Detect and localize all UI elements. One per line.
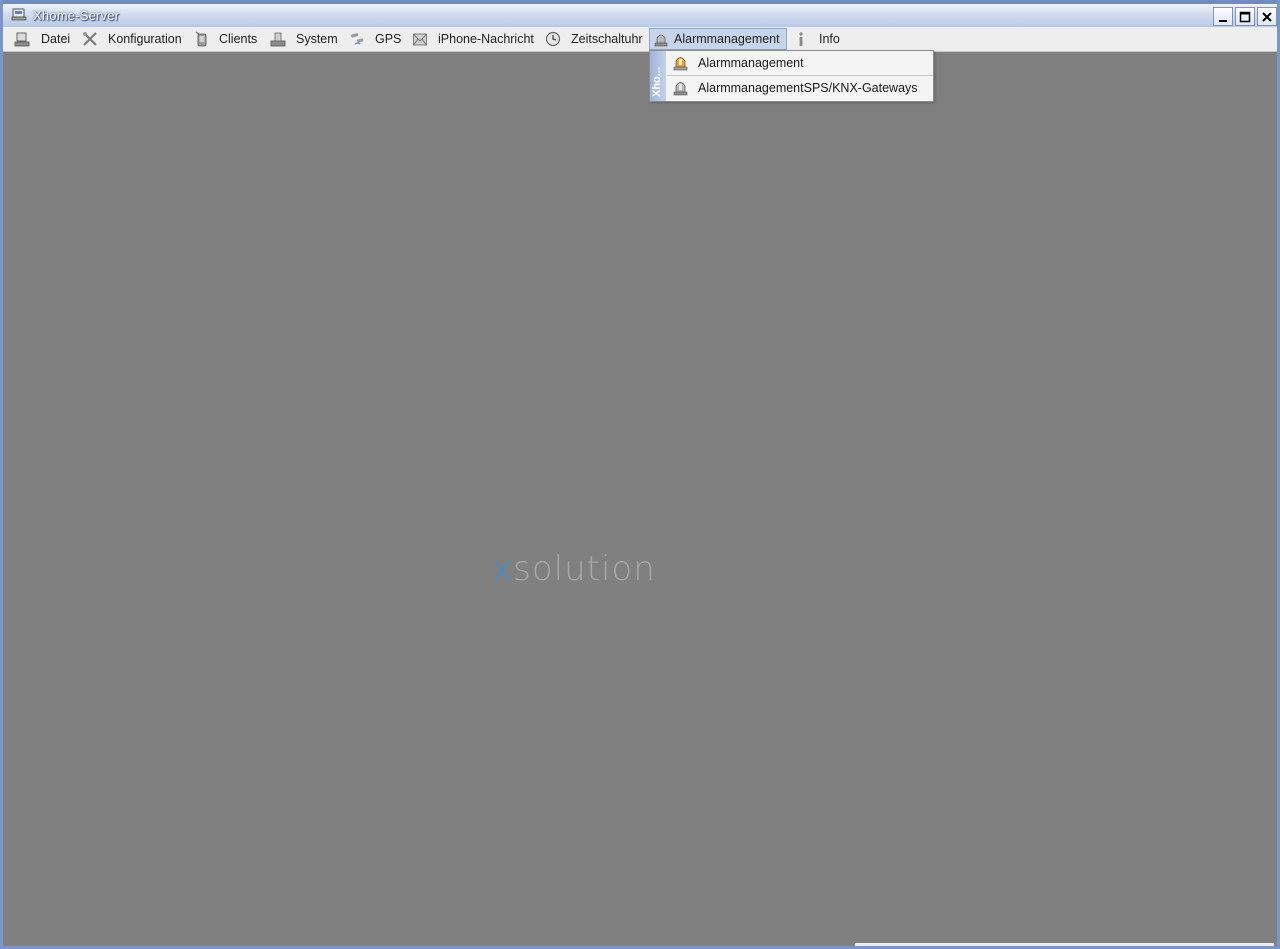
menu-konfiguration[interactable]: Konfiguration bbox=[79, 28, 185, 50]
menu-label-info: Info bbox=[819, 32, 840, 46]
menu-iphone-nachricht[interactable]: iPhone-Nachricht bbox=[409, 28, 541, 50]
main-window: Xhome-Server Datei Konfiguration Clients… bbox=[0, 0, 1280, 949]
logo-x: x bbox=[492, 549, 514, 589]
maximize-icon bbox=[1239, 11, 1251, 23]
menu-label-zeitschaltuhr: Zeitschaltuhr bbox=[571, 32, 643, 46]
close-icon bbox=[1262, 12, 1272, 22]
xsolution-logo: xsolution bbox=[492, 549, 656, 589]
info-icon bbox=[793, 31, 809, 47]
satellite-icon bbox=[349, 31, 365, 47]
menu-info[interactable]: Info bbox=[790, 28, 846, 50]
desktop-area[interactable]: xsolution bbox=[6, 52, 1274, 943]
logo-text: solution bbox=[513, 549, 656, 589]
system-icon bbox=[270, 31, 286, 47]
server-app-icon bbox=[11, 7, 27, 21]
window-title: Xhome-Server bbox=[33, 8, 120, 23]
menu-alarmmanagement[interactable]: Alarmmanagement bbox=[649, 28, 787, 50]
bottom-edge-strip bbox=[855, 943, 1274, 946]
menu-label-system: System bbox=[296, 32, 338, 46]
dropdown-item-alarmmanagement[interactable]: Alarmmanagement bbox=[667, 51, 933, 75]
maximize-button[interactable] bbox=[1235, 7, 1255, 26]
dropdown-strip-label: Xho... bbox=[651, 67, 663, 97]
dropdown-label-alarmmanagement: Alarmmanagement bbox=[698, 56, 804, 70]
alarm-gateway-icon bbox=[672, 79, 689, 96]
menu-clients[interactable]: Clients bbox=[191, 28, 263, 50]
menu-label-datei: Datei bbox=[41, 32, 71, 46]
menu-label-alarmmanagement: Alarmmanagement bbox=[674, 32, 780, 46]
tools-icon bbox=[82, 31, 98, 47]
menu-label-gps: GPS bbox=[375, 32, 402, 46]
menu-zeitschaltuhr[interactable]: Zeitschaltuhr bbox=[542, 28, 648, 50]
menu-datei[interactable]: Datei bbox=[10, 28, 76, 50]
minimize-icon bbox=[1219, 20, 1227, 22]
alarmmanagement-dropdown: Xho... Alarmmanagement AlarmmanagementSP… bbox=[649, 50, 934, 102]
title-bar[interactable]: Xhome-Server bbox=[3, 0, 1277, 27]
menu-label-iphone-nachricht: iPhone-Nachricht bbox=[438, 32, 534, 46]
file-icon bbox=[14, 31, 30, 47]
alarm-light-icon bbox=[672, 54, 689, 71]
menu-system[interactable]: System bbox=[267, 28, 343, 50]
alarm-icon bbox=[653, 31, 669, 47]
clock-icon bbox=[545, 31, 561, 47]
close-button[interactable] bbox=[1257, 7, 1277, 26]
menu-label-clients: Clients bbox=[219, 32, 258, 46]
dropdown-item-alarmmanagement-gateways[interactable]: AlarmmanagementSPS/KNX-Gateways bbox=[667, 76, 933, 100]
dropdown-label-alarmmanagement-gateways: AlarmmanagementSPS/KNX-Gateways bbox=[698, 81, 918, 95]
message-icon bbox=[412, 31, 428, 47]
client-icon bbox=[194, 31, 210, 47]
minimize-button[interactable] bbox=[1213, 7, 1233, 26]
menu-label-konfiguration: Konfiguration bbox=[108, 32, 182, 46]
dropdown-side-strip: Xho... bbox=[650, 51, 666, 101]
menu-bar: Datei Konfiguration Clients System GPS i… bbox=[3, 27, 1277, 52]
menu-gps[interactable]: GPS bbox=[346, 28, 406, 50]
